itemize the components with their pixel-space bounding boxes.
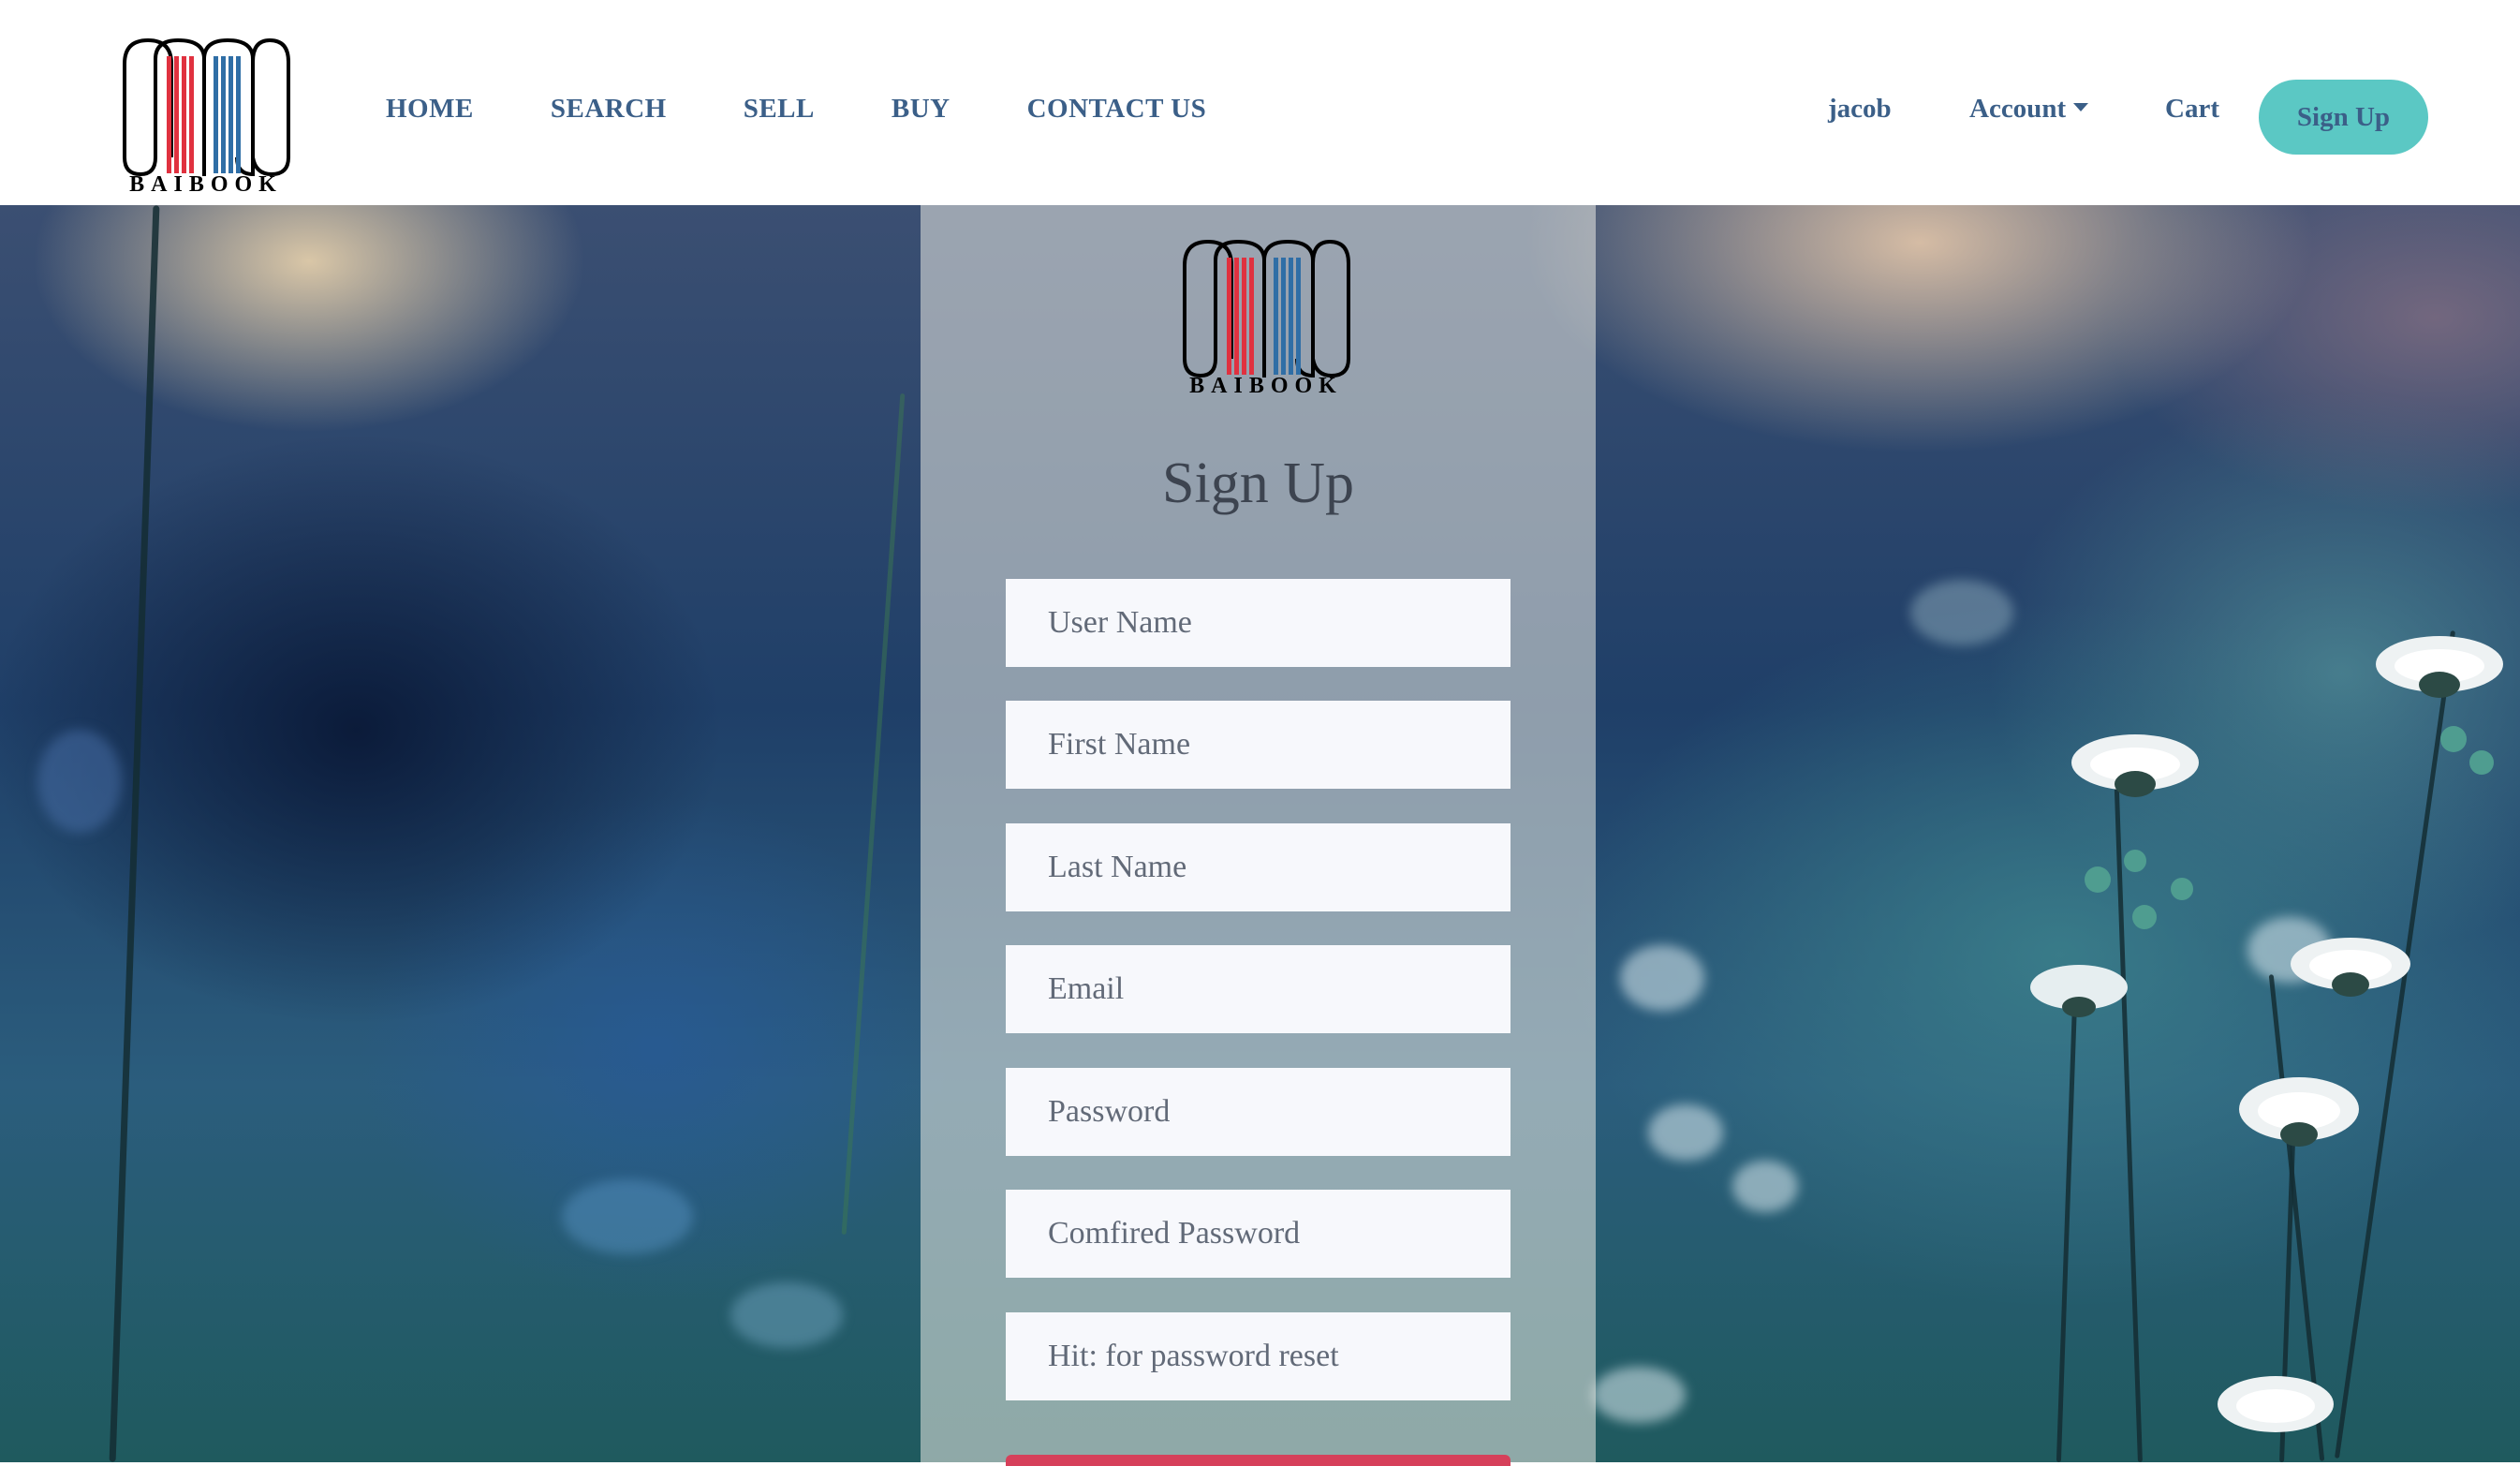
nav-username[interactable]: jacob: [1828, 94, 1892, 125]
bokeh-light: [1648, 1104, 1723, 1161]
bokeh-light: [37, 730, 122, 833]
submit-button[interactable]: [1006, 1455, 1511, 1466]
daisy-flower: [2239, 1077, 2359, 1147]
nav-account-dropdown[interactable]: Account: [1969, 94, 2089, 125]
logo-wordmark: BAIBOOK: [1189, 374, 1343, 392]
bokeh-light: [1732, 1161, 1798, 1212]
username-field[interactable]: [1006, 579, 1511, 667]
grass-stem: [841, 392, 906, 1236]
email-field[interactable]: [1006, 945, 1511, 1033]
nav-sell[interactable]: SELL: [744, 94, 815, 125]
last-name-field[interactable]: [1006, 823, 1511, 911]
logo-wordmark: BAIBOOK: [129, 172, 283, 191]
nav-account-label: Account: [1969, 94, 2067, 124]
navbar: BAIBOOK HOME SEARCH SELL BUY CONTACT US …: [0, 0, 2520, 205]
daisy-flower: [2030, 965, 2128, 1017]
daisy-flower: [2071, 734, 2199, 797]
baibook-logo-icon: BAIBOOK: [1180, 237, 1352, 392]
flower-stem: [2056, 973, 2079, 1462]
caret-down-icon: [2073, 103, 2089, 111]
nav-buy[interactable]: BUY: [892, 94, 951, 125]
signup-button[interactable]: Sign Up: [2259, 80, 2428, 155]
grass-stem: [109, 205, 160, 1462]
flower-buds: [2085, 850, 2193, 929]
baibook-logo-icon[interactable]: BAIBOOK: [120, 36, 292, 191]
bokeh-light: [730, 1282, 843, 1348]
daisy-flower: [2291, 938, 2410, 997]
daisy-flower: [2376, 636, 2503, 698]
main-nav: HOME SEARCH SELL BUY CONTACT US: [386, 94, 1283, 125]
signup-title: Sign Up: [1162, 452, 1354, 515]
nav-home[interactable]: HOME: [386, 94, 474, 125]
nav-contact-us[interactable]: CONTACT US: [1027, 94, 1207, 125]
bokeh-light: [562, 1179, 693, 1254]
password-hint-field[interactable]: [1006, 1312, 1511, 1400]
first-name-field[interactable]: [1006, 701, 1511, 789]
daisy-flower: [2218, 1376, 2334, 1432]
password-field[interactable]: [1006, 1068, 1511, 1156]
nav-cart[interactable]: Cart: [2165, 94, 2219, 125]
bokeh-light: [1620, 945, 1704, 1011]
flower-buds: [2440, 726, 2494, 775]
nav-search[interactable]: SEARCH: [551, 94, 667, 125]
signup-panel: BAIBOOK Sign Up: [921, 205, 1596, 1466]
bokeh-light: [1910, 580, 2013, 645]
bokeh-light: [1592, 1367, 1686, 1423]
confirm-password-field[interactable]: [1006, 1190, 1511, 1278]
